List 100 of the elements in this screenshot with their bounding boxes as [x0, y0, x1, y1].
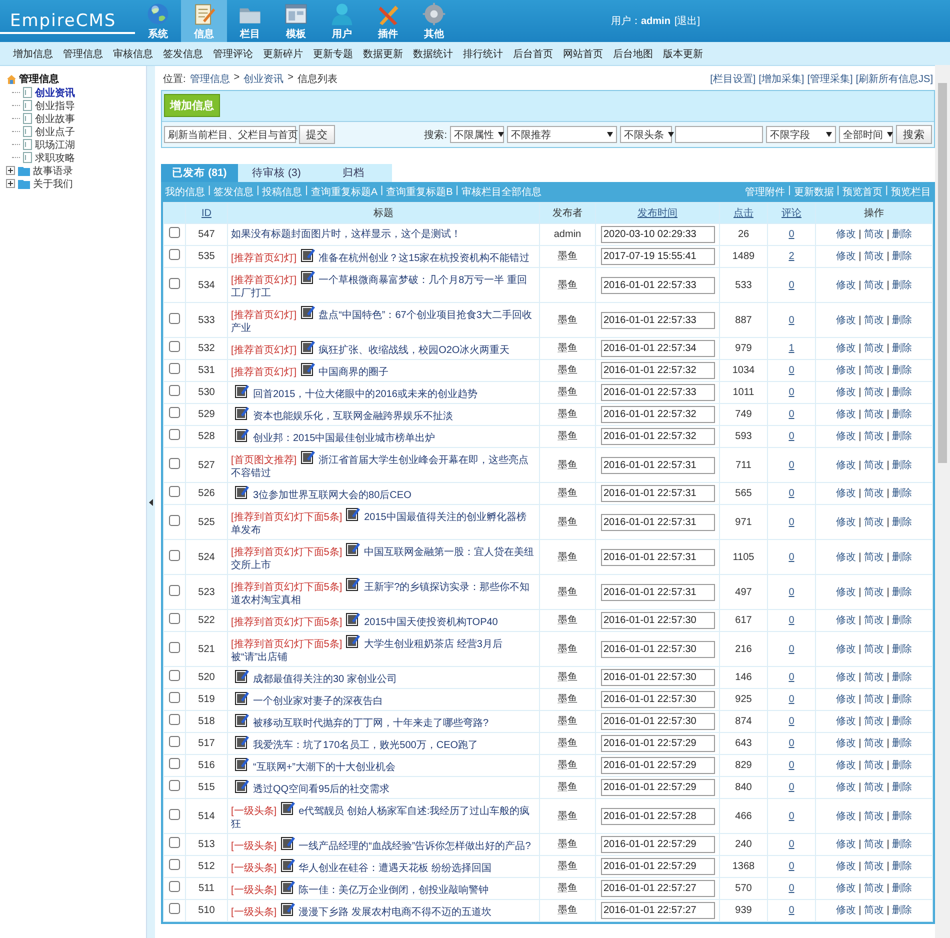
date-field[interactable]: 2016-01-01 22:57:32 — [600, 406, 714, 423]
row-action-link[interactable]: 修改 — [836, 516, 856, 528]
date-field[interactable]: 2016-01-01 22:57:27 — [600, 902, 714, 919]
row-action-link[interactable]: 删除 — [892, 280, 912, 290]
row-action-link[interactable]: 简改 — [864, 615, 884, 626]
submit-button[interactable]: 提交 — [299, 125, 335, 144]
collapse-arrow-icon[interactable] — [149, 499, 153, 506]
search-field[interactable] — [675, 126, 763, 143]
comments-link[interactable]: 2 — [788, 251, 794, 262]
row-action-link[interactable]: 删除 — [892, 716, 912, 727]
row-action-link[interactable]: 简改 — [864, 760, 884, 771]
expand-icon[interactable] — [6, 166, 15, 175]
row-action-link[interactable]: 简改 — [864, 782, 884, 793]
row-action-link[interactable]: 删除 — [892, 738, 912, 749]
row-action-link[interactable]: 简改 — [864, 716, 884, 727]
row-checkbox[interactable] — [169, 385, 180, 396]
row-action-link[interactable]: 简改 — [864, 905, 884, 916]
nav-tab[interactable]: 栏目 — [227, 0, 273, 42]
comments-link[interactable]: 0 — [788, 760, 794, 771]
row-action-link[interactable]: 修改 — [836, 586, 856, 598]
row-action-link[interactable]: 修改 — [836, 409, 856, 420]
row-checkbox[interactable] — [169, 736, 180, 747]
row-action-link[interactable]: 简改 — [864, 365, 884, 376]
row-checkbox[interactable] — [169, 903, 180, 914]
tree-item[interactable]: 创业点子 — [35, 124, 75, 138]
row-action-link[interactable]: 删除 — [892, 694, 912, 705]
comments-link[interactable]: 0 — [788, 716, 794, 727]
menu-link[interactable]: 版本更新 — [658, 46, 708, 60]
comments-link[interactable]: 0 — [788, 229, 794, 240]
menu-link[interactable]: 管理信息 — [58, 46, 108, 60]
comments-link[interactable]: 0 — [788, 839, 794, 850]
row-action-link[interactable]: 简改 — [864, 694, 884, 705]
row-checkbox[interactable] — [169, 692, 180, 703]
menu-link[interactable]: 数据统计 — [408, 46, 458, 60]
filter-select[interactable]: 不限推荐 — [507, 126, 617, 143]
menu-link[interactable]: 更新碎片 — [258, 46, 308, 60]
comments-link[interactable]: 0 — [788, 488, 794, 499]
nav-tab[interactable]: 系统 — [135, 0, 181, 42]
row-action-link[interactable]: 简改 — [864, 861, 884, 872]
row-checkbox[interactable] — [169, 249, 180, 260]
comments-link[interactable]: 0 — [788, 694, 794, 705]
breadcrumb-link[interactable]: 创业资讯 — [244, 72, 284, 86]
search-button[interactable]: 搜索 — [896, 125, 932, 144]
header-link[interactable]: [栏目设置] — [710, 72, 756, 86]
row-checkbox[interactable] — [169, 714, 180, 725]
tree-item[interactable]: 创业指导 — [35, 98, 75, 112]
nav-tab[interactable]: 用户 — [319, 0, 365, 42]
date-field[interactable]: 2016-01-01 22:57:31 — [600, 548, 714, 566]
logout-link[interactable]: [退出] — [674, 14, 700, 28]
tree-item[interactable]: 创业资讯 — [35, 86, 75, 100]
comments-link[interactable]: 0 — [788, 810, 794, 822]
row-action-link[interactable]: 简改 — [864, 229, 884, 240]
row-action-link[interactable]: 简改 — [864, 883, 884, 894]
comments-link[interactable]: 0 — [788, 738, 794, 749]
comments-link[interactable]: 0 — [788, 672, 794, 683]
date-field[interactable]: 2016-01-01 22:57:30 — [600, 691, 714, 708]
date-field[interactable]: 2016-01-01 22:57:29 — [600, 836, 714, 853]
row-checkbox[interactable] — [169, 758, 180, 769]
tree-item[interactable]: 关于我们 — [33, 176, 73, 190]
row-action-link[interactable]: 修改 — [836, 615, 856, 626]
row-action-link[interactable]: 修改 — [836, 883, 856, 894]
row-action-link[interactable]: 简改 — [864, 251, 884, 262]
row-action-link[interactable]: 删除 — [892, 460, 912, 470]
row-action-link[interactable]: 修改 — [836, 552, 856, 562]
comments-link[interactable]: 1 — [788, 343, 794, 354]
date-field[interactable]: 2016-01-01 22:57:33 — [600, 276, 714, 294]
row-action-link[interactable]: 修改 — [836, 672, 856, 683]
row-action-link[interactable]: 修改 — [836, 839, 856, 850]
row-action-link[interactable]: 删除 — [892, 810, 912, 822]
comments-link[interactable]: 0 — [788, 314, 794, 326]
time-select[interactable]: 全部时间 — [839, 126, 893, 143]
row-action-link[interactable]: 简改 — [864, 387, 884, 398]
filter-select[interactable]: 不限属性 — [450, 126, 504, 143]
nav-tab[interactable]: 其他 — [411, 0, 457, 42]
row-action-link[interactable]: 修改 — [836, 387, 856, 398]
comments-link[interactable]: 0 — [788, 431, 794, 442]
tree-item[interactable]: 故事语录 — [33, 164, 73, 178]
header-link[interactable]: [增加采集] — [758, 72, 804, 86]
row-action-link[interactable]: 修改 — [836, 229, 856, 240]
row-action-link[interactable]: 修改 — [836, 251, 856, 262]
row-action-link[interactable]: 简改 — [864, 488, 884, 499]
row-action-link[interactable]: 简改 — [864, 280, 884, 290]
date-field[interactable]: 2016-01-01 22:57:30 — [600, 640, 714, 658]
row-action-link[interactable]: 简改 — [864, 460, 884, 470]
row-action-link[interactable]: 简改 — [864, 839, 884, 850]
comments-link[interactable]: 0 — [788, 644, 794, 654]
menu-link[interactable]: 后台地图 — [608, 46, 658, 60]
column-header[interactable]: ID — [202, 208, 212, 218]
row-action-link[interactable]: 简改 — [864, 409, 884, 420]
date-field[interactable]: 2016-01-01 22:57:32 — [600, 428, 714, 445]
row-action-link[interactable]: 修改 — [836, 694, 856, 705]
row-checkbox[interactable] — [169, 881, 180, 892]
row-action-link[interactable]: 删除 — [892, 229, 912, 240]
breadcrumb-link[interactable]: 管理信息 — [190, 72, 230, 86]
date-field[interactable]: 2016-01-01 22:57:31 — [600, 456, 714, 474]
row-checkbox[interactable] — [169, 642, 180, 652]
comments-link[interactable]: 0 — [788, 586, 794, 598]
date-field[interactable]: 2016-01-01 22:57:33 — [600, 384, 714, 401]
row-checkbox[interactable] — [169, 458, 180, 468]
scrollbar-thumb[interactable] — [938, 83, 947, 463]
